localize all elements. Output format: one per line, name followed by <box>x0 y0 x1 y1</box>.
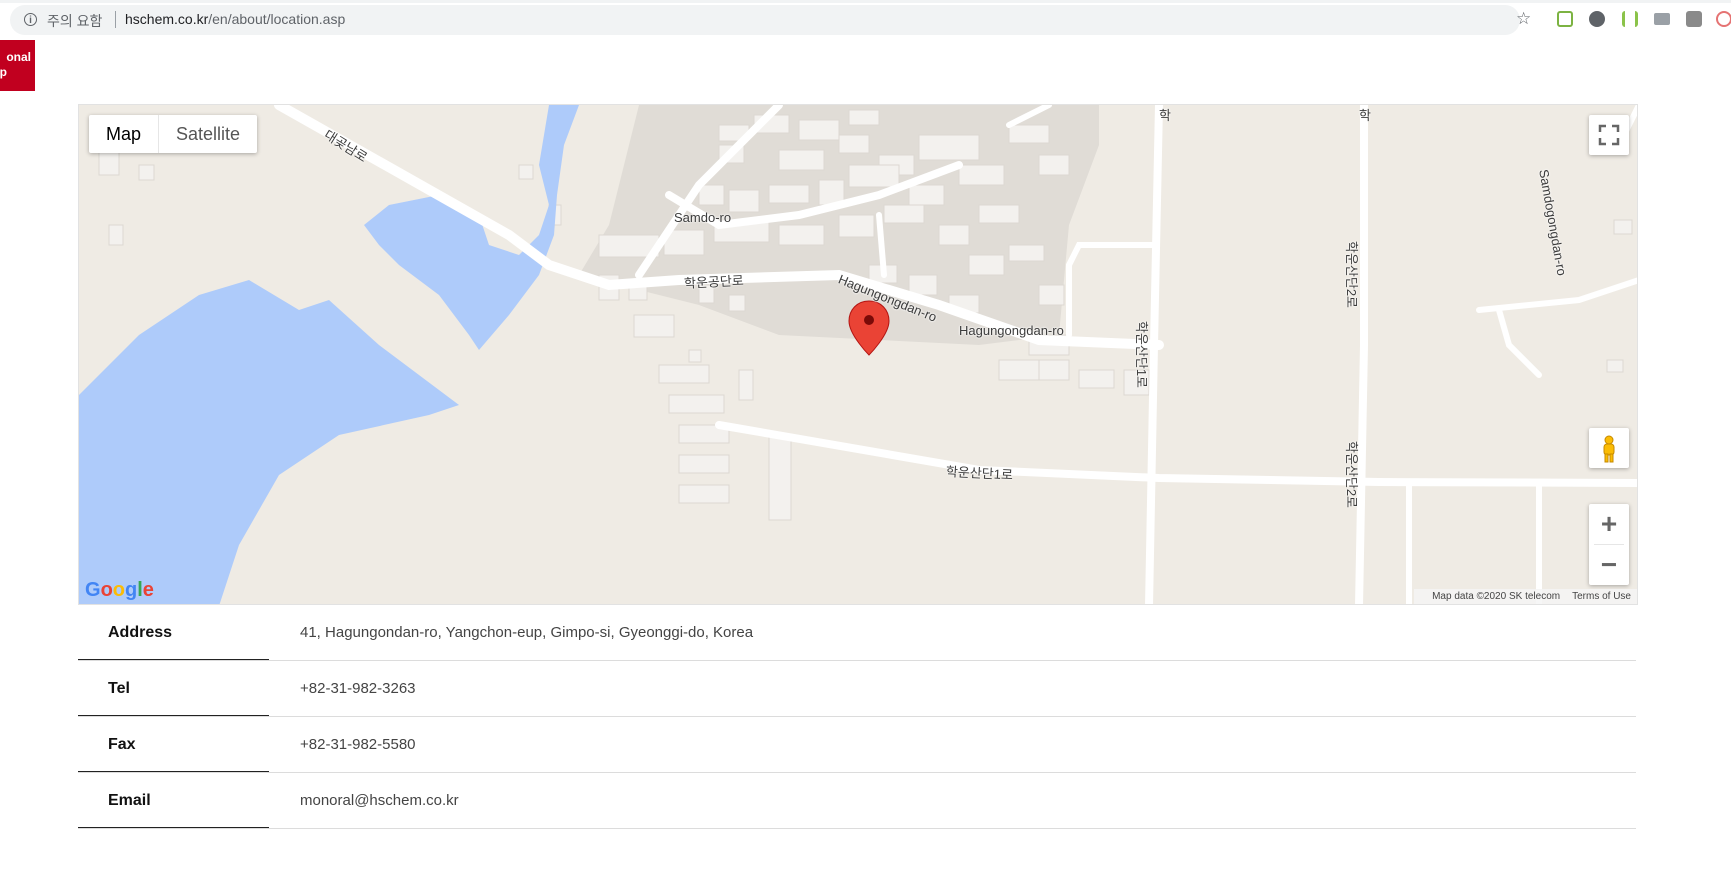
fax-value: +82-31-982-5580 <box>300 736 416 753</box>
url-text[interactable]: hschem.co.kr/en/about/location.asp <box>125 11 345 27</box>
contact-row-tel: Tel +82-31-982-3263 <box>78 661 1636 717</box>
fullscreen-icon <box>1598 124 1620 146</box>
info-icon[interactable]: i <box>24 13 37 26</box>
extension-gear-icon[interactable] <box>1589 11 1605 27</box>
zoom-out-button[interactable]: − <box>1589 545 1629 585</box>
map-data-credit: Map data ©2020 SK telecom <box>1432 591 1561 602</box>
email-label: Email <box>108 792 151 809</box>
road-label-hakun-sandan1: 학운산단1로 <box>945 464 1014 483</box>
brand-text-line1: onal <box>6 50 31 64</box>
extension-copy-icon[interactable] <box>1686 11 1702 27</box>
terms-of-use-link[interactable]: Terms of Use <box>1572 591 1631 602</box>
bookmark-star-icon[interactable]: ☆ <box>1516 9 1531 29</box>
zoom-in-icon: + <box>1600 508 1618 539</box>
brand-text-line2: p <box>0 65 7 79</box>
map-attribution: Map data ©2020 SK telecom Terms of Use <box>1414 589 1637 604</box>
road-label-samdo: Samdo-ro <box>674 210 732 225</box>
extension-ladder-icon[interactable] <box>1622 11 1638 27</box>
address-label: Address <box>108 624 173 641</box>
zoom-control: + − <box>1589 504 1629 585</box>
road-label-top1: 학 <box>1159 108 1171 123</box>
url-divider <box>115 11 116 28</box>
contact-info-table: Address 41, Hagungondan-ro, Yangchon-eup… <box>78 605 1636 829</box>
contact-row-fax: Fax +82-31-982-5580 <box>78 717 1636 773</box>
contact-row-email: Email monoral@hschem.co.kr <box>78 773 1636 829</box>
google-logo[interactable]: Google <box>85 579 154 602</box>
street-view-button[interactable] <box>1589 428 1629 468</box>
zoom-in-button[interactable]: + <box>1589 504 1629 544</box>
road-label-hakun-sandan2: 학운산단2로 <box>1344 240 1360 309</box>
extension-sheet-icon[interactable] <box>1557 11 1573 27</box>
fullscreen-button[interactable] <box>1589 115 1629 155</box>
pegman-icon <box>1603 435 1615 463</box>
water-body-north <box>364 105 579 350</box>
road-label-top2: 학 <box>1359 108 1371 123</box>
label-cell: Address <box>78 605 269 660</box>
browser-top-strip <box>0 0 1731 3</box>
map-canvas <box>79 105 1637 604</box>
label-cell: Tel <box>78 661 269 716</box>
extension-camera-icon[interactable] <box>1654 13 1670 25</box>
map-marker-icon <box>848 300 890 356</box>
brand-logo-tab[interactable]: onal p <box>0 40 35 91</box>
tel-label: Tel <box>108 680 130 697</box>
security-warning[interactable]: 주의 요함 <box>47 11 102 31</box>
email-value[interactable]: monoral@hschem.co.kr <box>300 792 459 809</box>
road-label-hakun-sandan2-lower: 학운산단2로 <box>1344 440 1360 509</box>
map-type-map-button[interactable]: Map <box>89 115 160 153</box>
address-value: 41, Hagungondan-ro, Yangchon-eup, Gimpo-… <box>300 624 754 641</box>
tel-value: +82-31-982-3263 <box>300 680 416 697</box>
label-cell: Fax <box>78 717 269 772</box>
map-type-control: Map Satellite <box>89 115 258 153</box>
fax-label: Fax <box>108 736 136 753</box>
google-map[interactable]: 대곶남로 Samdo-ro 학운공단로 Hagungongdan-ro Hagu… <box>78 104 1638 605</box>
map-type-satellite-button[interactable]: Satellite <box>159 115 257 153</box>
contact-row-address: Address 41, Hagungondan-ro, Yangchon-eup… <box>78 605 1636 661</box>
extension-ring-icon[interactable] <box>1716 11 1731 27</box>
road-label-hagungongdan: Hagungongdan-ro <box>959 323 1064 338</box>
water-body-south <box>79 280 459 604</box>
url-path: /en/about/location.asp <box>208 11 346 27</box>
zoom-out-icon: − <box>1600 549 1618 580</box>
road-label-hakun-sandan-vertical: 학운산단1로 <box>1134 320 1150 389</box>
url-host: hschem.co.kr <box>125 11 209 27</box>
label-cell: Email <box>78 773 269 828</box>
road-label-hakun-gongdan: 학운공단로 <box>683 272 745 291</box>
